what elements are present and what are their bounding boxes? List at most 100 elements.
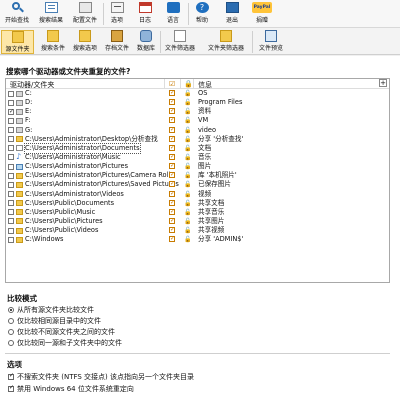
list-item[interactable]: C:\Windows 🔓 分享 'ADMIN$'	[6, 234, 389, 244]
include-checkbox[interactable]	[169, 97, 175, 106]
lock-icon[interactable]: 🔒	[184, 80, 193, 88]
row-checkbox[interactable]	[8, 209, 14, 216]
lock-toggle-icon[interactable]: 🔓	[184, 116, 191, 125]
row-checkbox[interactable]	[8, 181, 14, 188]
row-checkbox[interactable]	[8, 236, 14, 243]
tab-file-filter[interactable]: 文件筛选器	[162, 30, 198, 54]
help-button[interactable]: ? 帮助	[191, 2, 213, 27]
lock-toggle-icon[interactable]: 🔓	[184, 180, 191, 189]
lock-toggle-icon[interactable]: 🔓	[184, 190, 191, 199]
include-checkbox[interactable]	[169, 106, 175, 115]
include-checkbox[interactable]	[169, 143, 175, 152]
list-item[interactable]: C:\Users\Administrator\Desktop\分析查找 🔓 分享 '…	[6, 134, 389, 144]
include-checkbox[interactable]	[169, 198, 175, 207]
list-item[interactable]: C:\Users\Public\Videos 🔓 共享视频	[6, 225, 389, 235]
lock-toggle-icon[interactable]: 🔓	[184, 135, 191, 144]
include-checkbox[interactable]	[169, 179, 175, 188]
row-checkbox[interactable]	[8, 127, 14, 134]
add-folder-button[interactable]: +	[379, 79, 387, 87]
tab-source-folder[interactable]: 源文件夹	[1, 30, 34, 54]
compare-different-option[interactable]: 仅比较不同源文件夹之间的文件	[8, 327, 115, 337]
list-item[interactable]: C:\Users\Administrator\Videos 🔓 视频	[6, 189, 389, 199]
list-item[interactable]: C:\Users\Public\Pictures 🔓 共享图片	[6, 216, 389, 226]
radio-same[interactable]	[8, 318, 14, 324]
tab-database[interactable]: 数据库	[134, 30, 158, 54]
tab-folder-filter[interactable]: 文件夹筛选器	[204, 30, 248, 54]
tab-file-preview[interactable]: 文件预览	[256, 30, 286, 54]
tab-search-criteria[interactable]: 搜索条件	[38, 30, 68, 54]
list-item[interactable]: G: 🔓 video	[6, 125, 389, 135]
list-item[interactable]: C: 🔓 OS	[6, 88, 389, 98]
row-checkbox[interactable]	[8, 154, 14, 161]
list-item[interactable]: C:\Users\Administrator\Pictures 🔓 图片	[6, 161, 389, 171]
include-checkbox[interactable]	[169, 207, 175, 216]
radio-different[interactable]	[8, 329, 14, 335]
include-checkbox[interactable]	[169, 125, 175, 134]
row-checkbox[interactable]	[8, 227, 14, 234]
compare-all-option[interactable]: 从所有源文件夹比较文件	[8, 305, 94, 315]
list-item[interactable]: C:\Users\Administrator\Pictures\Saved Pi…	[6, 179, 389, 189]
row-checkbox[interactable]	[8, 99, 14, 106]
options-button[interactable]: 选项	[106, 2, 128, 27]
include-checkbox[interactable]	[169, 115, 175, 124]
lock-toggle-icon[interactable]: 🔓	[184, 126, 191, 135]
lock-toggle-icon[interactable]: 🔓	[184, 217, 191, 226]
tab-archive[interactable]: 存档文件	[102, 30, 132, 54]
include-checkbox[interactable]	[169, 234, 175, 243]
disable-redirection-option[interactable]: 禁用 Windows 64 位文件系统重定向	[8, 384, 134, 394]
include-checkbox[interactable]	[169, 189, 175, 198]
lock-toggle-icon[interactable]: 🔓	[184, 162, 191, 171]
lock-toggle-icon[interactable]: 🔓	[184, 226, 191, 235]
row-checkbox[interactable]	[8, 136, 14, 143]
no-ntfs-junction-option[interactable]: 不搜索文件夹 (NTFS 交接点) 该点指向另一个文件夹目录	[8, 372, 194, 382]
row-checkbox[interactable]	[8, 218, 14, 225]
row-checkbox[interactable]	[8, 117, 14, 124]
lock-toggle-icon[interactable]: 🔓	[184, 89, 191, 98]
include-checkbox[interactable]	[169, 225, 175, 234]
exit-button[interactable]: 退出	[221, 2, 243, 27]
radio-all[interactable]	[8, 307, 14, 313]
list-item[interactable]: C:\Users\Administrator\Documents 🔓 文档	[6, 142, 389, 154]
donate-button[interactable]: PayPal 捐赠	[249, 2, 275, 27]
list-item[interactable]: D: 🔓 Program Files	[6, 97, 389, 107]
list-item[interactable]: E: 🔓 资料	[6, 106, 389, 116]
row-checkbox[interactable]	[8, 145, 14, 152]
source-folder-list[interactable]: 驱动器/文件夹 ☑ 🔒 信息 + C:🔓OSD:🔓Program FilesE:…	[5, 78, 390, 283]
lock-toggle-icon[interactable]: 🔓	[184, 208, 191, 217]
list-item[interactable]: ♪C:\Users\Administrator\Music 🔓 音乐	[6, 152, 389, 162]
row-checkbox[interactable]	[8, 191, 14, 198]
language-button[interactable]: 语言	[162, 2, 184, 27]
include-checkbox[interactable]	[169, 216, 175, 225]
row-checkbox[interactable]	[8, 163, 14, 170]
radio-subfolder[interactable]	[8, 340, 14, 346]
checkbox-redirection[interactable]	[8, 384, 14, 392]
profile-button[interactable]: 配置文件	[70, 2, 100, 27]
include-checkbox[interactable]	[169, 88, 175, 97]
include-checkbox[interactable]	[169, 152, 175, 161]
lock-toggle-icon[interactable]: 🔓	[184, 144, 191, 153]
log-button[interactable]: 日志	[134, 2, 156, 27]
list-item[interactable]: F: 🔓 VM	[6, 115, 389, 125]
lock-toggle-icon[interactable]: 🔓	[184, 171, 191, 180]
start-search-button[interactable]: 开始查找	[2, 2, 32, 27]
row-checkbox[interactable]	[8, 172, 14, 179]
lock-toggle-icon[interactable]: 🔓	[184, 98, 191, 107]
row-checkbox[interactable]	[8, 107, 14, 116]
row-checkbox[interactable]	[8, 200, 14, 207]
list-item[interactable]: C:\Users\Public\Documents 🔓 共享文档	[6, 198, 389, 208]
lock-toggle-icon[interactable]: 🔓	[184, 199, 191, 208]
lock-toggle-icon[interactable]: 🔓	[184, 235, 191, 244]
list-item[interactable]: C:\Users\Public\Music 🔓 共享音乐	[6, 207, 389, 217]
checkbox-ntfs[interactable]	[8, 372, 14, 380]
include-checkbox[interactable]	[169, 161, 175, 170]
compare-same-option[interactable]: 仅比较相同源目录中的文件	[8, 316, 101, 326]
lock-toggle-icon[interactable]: 🔓	[184, 107, 191, 116]
tab-search-options[interactable]: 搜索选项	[70, 30, 100, 54]
search-results-button[interactable]: 搜索结果	[36, 2, 66, 27]
include-checkbox[interactable]	[169, 170, 175, 179]
compare-subfolder-option[interactable]: 仅比较同一源和子文件夹中的文件	[8, 338, 122, 348]
include-column-icon[interactable]: ☑	[169, 80, 175, 88]
lock-toggle-icon[interactable]: 🔓	[184, 153, 191, 162]
include-checkbox[interactable]	[169, 134, 175, 143]
row-checkbox[interactable]	[8, 90, 14, 97]
